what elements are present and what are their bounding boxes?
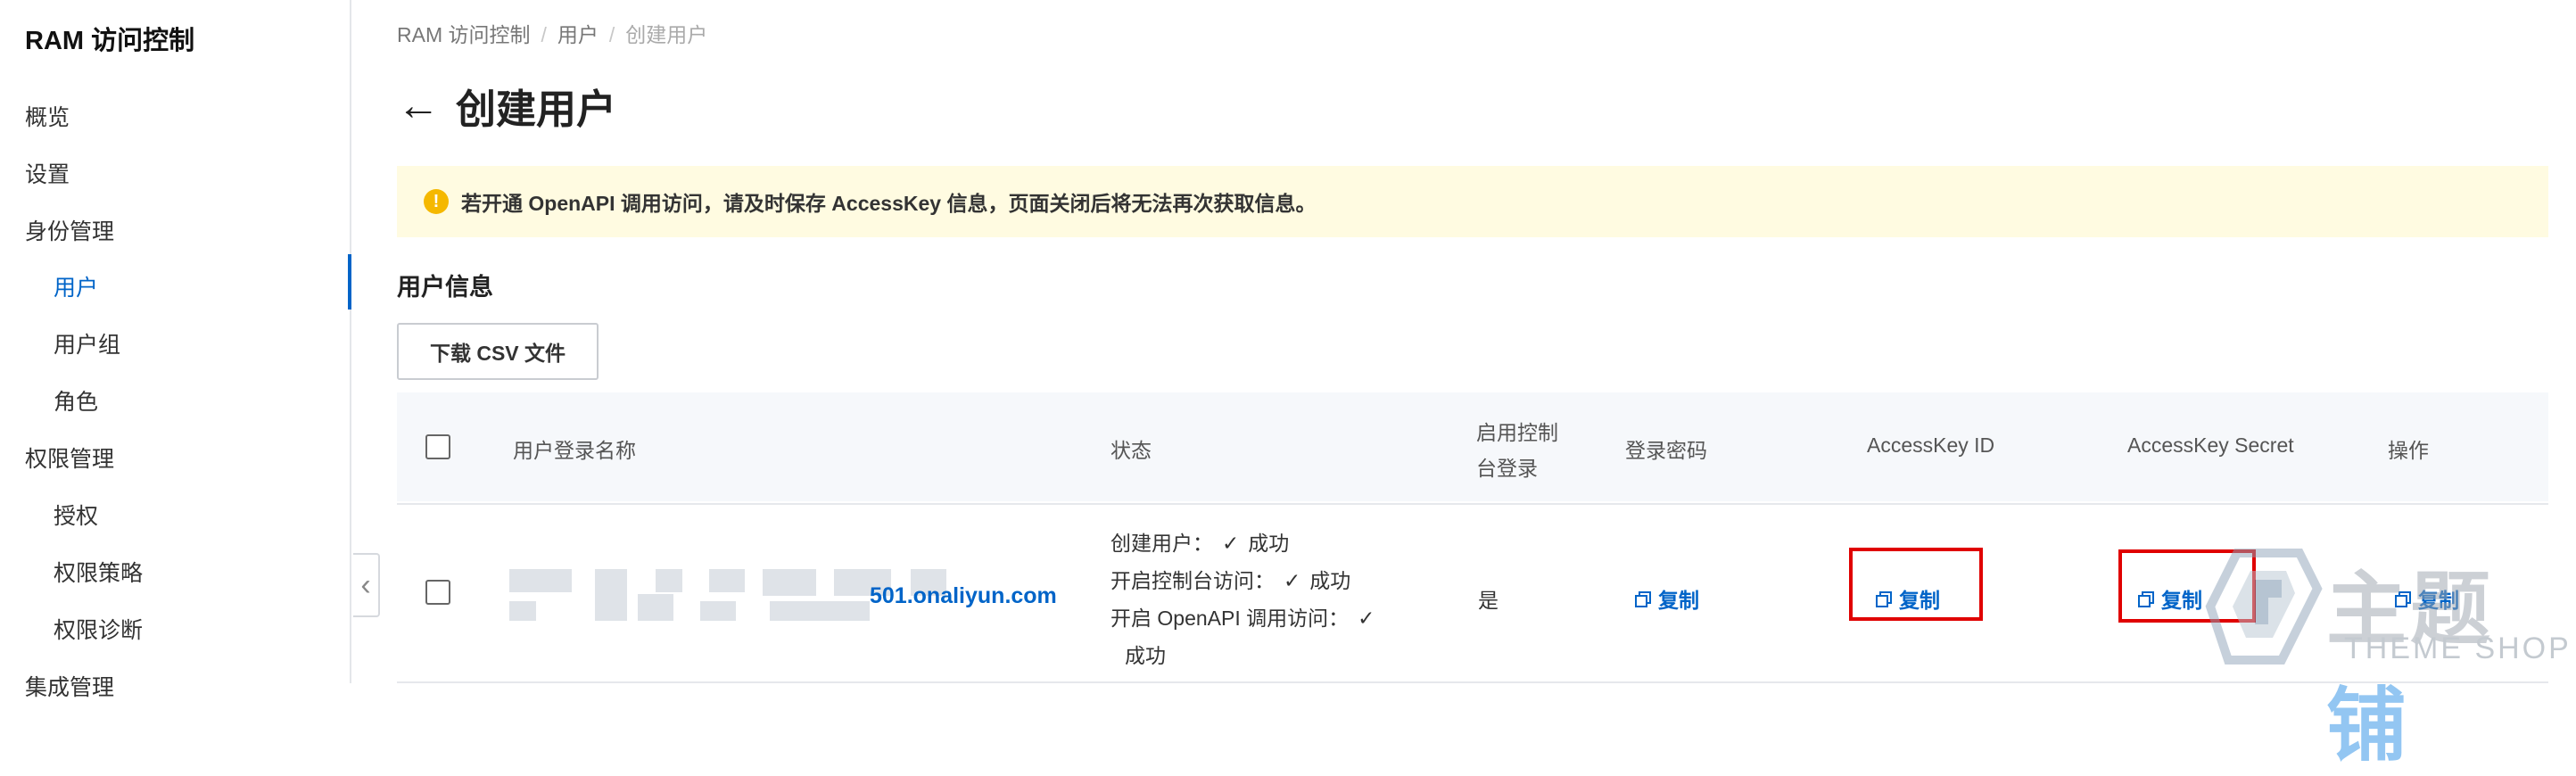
sidebar-item-user-groups[interactable]: 用户组 (54, 327, 120, 359)
sidebar-item-roles[interactable]: 角色 (54, 384, 98, 417)
copy-password-link[interactable]: 复制 (1635, 583, 1699, 614)
sidebar-title: RAM 访问控制 (25, 27, 195, 55)
page-header: ← 创建用户 (397, 77, 616, 135)
sidebar-item-integration-management[interactable]: 集成管理 (25, 670, 114, 702)
breadcrumb-current: 创建用户 (625, 23, 708, 46)
column-password: 登录密码 (1625, 439, 1707, 462)
status-create-user-result: 成功 (1248, 532, 1290, 555)
status-cell: 创建用户： ✓ 成功 开启控制台访问： ✓ 成功 开启 OpenAPI 调用访问： ✓ 成… (1110, 524, 1383, 674)
column-console-login-line1: 启用控制 (1476, 421, 1558, 444)
page-title: 创建用户 (456, 87, 617, 132)
copy-password-label: 复制 (1658, 589, 1699, 612)
warning-icon: ! (424, 189, 449, 214)
status-console-access-result: 成功 (1309, 569, 1351, 592)
check-icon: ✓ (1358, 607, 1375, 630)
warning-alert: ! 若开通 OpenAPI 调用访问，请及时保存 AccessKey 信息，页面… (397, 166, 2548, 237)
column-status: 状态 (1110, 439, 1152, 462)
sidebar-item-policies[interactable]: 权限策略 (54, 556, 143, 588)
watermark-subtext: THEME SHOP (2344, 632, 2572, 665)
status-console-access: 开启控制台访问： ✓ 成功 (1110, 562, 1383, 599)
chevron-left-icon: ‹ (360, 567, 371, 602)
breadcrumb-users[interactable]: 用户 (557, 23, 599, 46)
download-csv-button[interactable]: 下载 CSV 文件 (397, 323, 599, 380)
sidebar-item-overview[interactable]: 概览 (25, 100, 70, 132)
sidebar-item-users[interactable]: 用户 (54, 270, 98, 302)
copy-icon (1635, 591, 1651, 607)
column-accesskey-id: AccessKey ID (1867, 433, 1995, 457)
copy-accesskey-secret-link[interactable]: 复制 (2138, 583, 2202, 614)
theme-shop-watermark: 主题铺 THEME SHOP (2201, 526, 2576, 771)
status-openapi-result-line: 成功 (1110, 637, 1383, 674)
sidebar-item-permission-diagnosis[interactable]: 权限诊断 (54, 613, 143, 645)
select-all-checkbox[interactable] (425, 434, 450, 459)
check-icon: ✓ (1284, 569, 1301, 592)
breadcrumb-ram[interactable]: RAM 访问控制 (397, 23, 531, 46)
status-openapi-access-label: 开启 OpenAPI 调用访问： (1110, 607, 1350, 630)
copy-accesskey-id-link[interactable]: 复制 (1876, 583, 1940, 614)
sidebar: RAM 访问控制 概览 设置 身份管理 用户 用户组 角色 权限管理 授权 权限… (0, 0, 351, 700)
column-accesskey-secret: AccessKey Secret (2127, 433, 2294, 457)
column-console-login-line2: 台登录 (1476, 457, 1538, 480)
status-create-user-label: 创建用户： (1110, 532, 1213, 555)
breadcrumb: RAM 访问控制 / 用户 / 创建用户 (397, 18, 707, 48)
sidebar-item-settings[interactable]: 设置 (25, 157, 70, 189)
sidebar-item-grants[interactable]: 授权 (54, 499, 98, 531)
status-create-user: 创建用户： ✓ 成功 (1110, 524, 1383, 562)
section-title: 用户信息 (397, 274, 493, 301)
copy-icon (2138, 591, 2154, 607)
status-openapi-access: 开启 OpenAPI 调用访问： ✓ (1110, 599, 1383, 637)
status-console-access-label: 开启控制台访问： (1110, 569, 1275, 592)
breadcrumb-separator: / (608, 23, 615, 46)
status-openapi-access-result: 成功 (1125, 644, 1166, 667)
copy-icon (1876, 591, 1892, 607)
back-arrow-icon[interactable]: ← (397, 84, 440, 128)
column-actions: 操作 (2388, 439, 2429, 462)
watermark-accent-text: 铺 (2326, 681, 2410, 771)
sidebar-collapse-button[interactable]: ‹ (353, 553, 380, 617)
theme-shop-logo-icon (2205, 549, 2323, 665)
breadcrumb-separator: / (541, 23, 547, 46)
login-name[interactable]: 501.onaliyun.com (870, 583, 1057, 609)
sidebar-item-permission-management[interactable]: 权限管理 (25, 442, 114, 474)
sidebar-item-identity-management[interactable]: 身份管理 (25, 214, 114, 246)
table-header: 用户登录名称 状态 启用控制 台登录 登录密码 AccessKey ID Acc… (397, 392, 2548, 501)
check-icon: ✓ (1222, 532, 1240, 555)
copy-accesskey-secret-label: 复制 (2161, 589, 2202, 612)
alert-text: 若开通 OpenAPI 调用访问，请及时保存 AccessKey 信息，页面关闭… (461, 192, 1317, 215)
row-checkbox[interactable] (425, 580, 450, 605)
copy-accesskey-id-label: 复制 (1899, 589, 1940, 612)
sidebar-active-indicator (348, 254, 351, 310)
column-login-name: 用户登录名称 (513, 439, 636, 462)
console-login-value: 是 (1478, 589, 1499, 612)
